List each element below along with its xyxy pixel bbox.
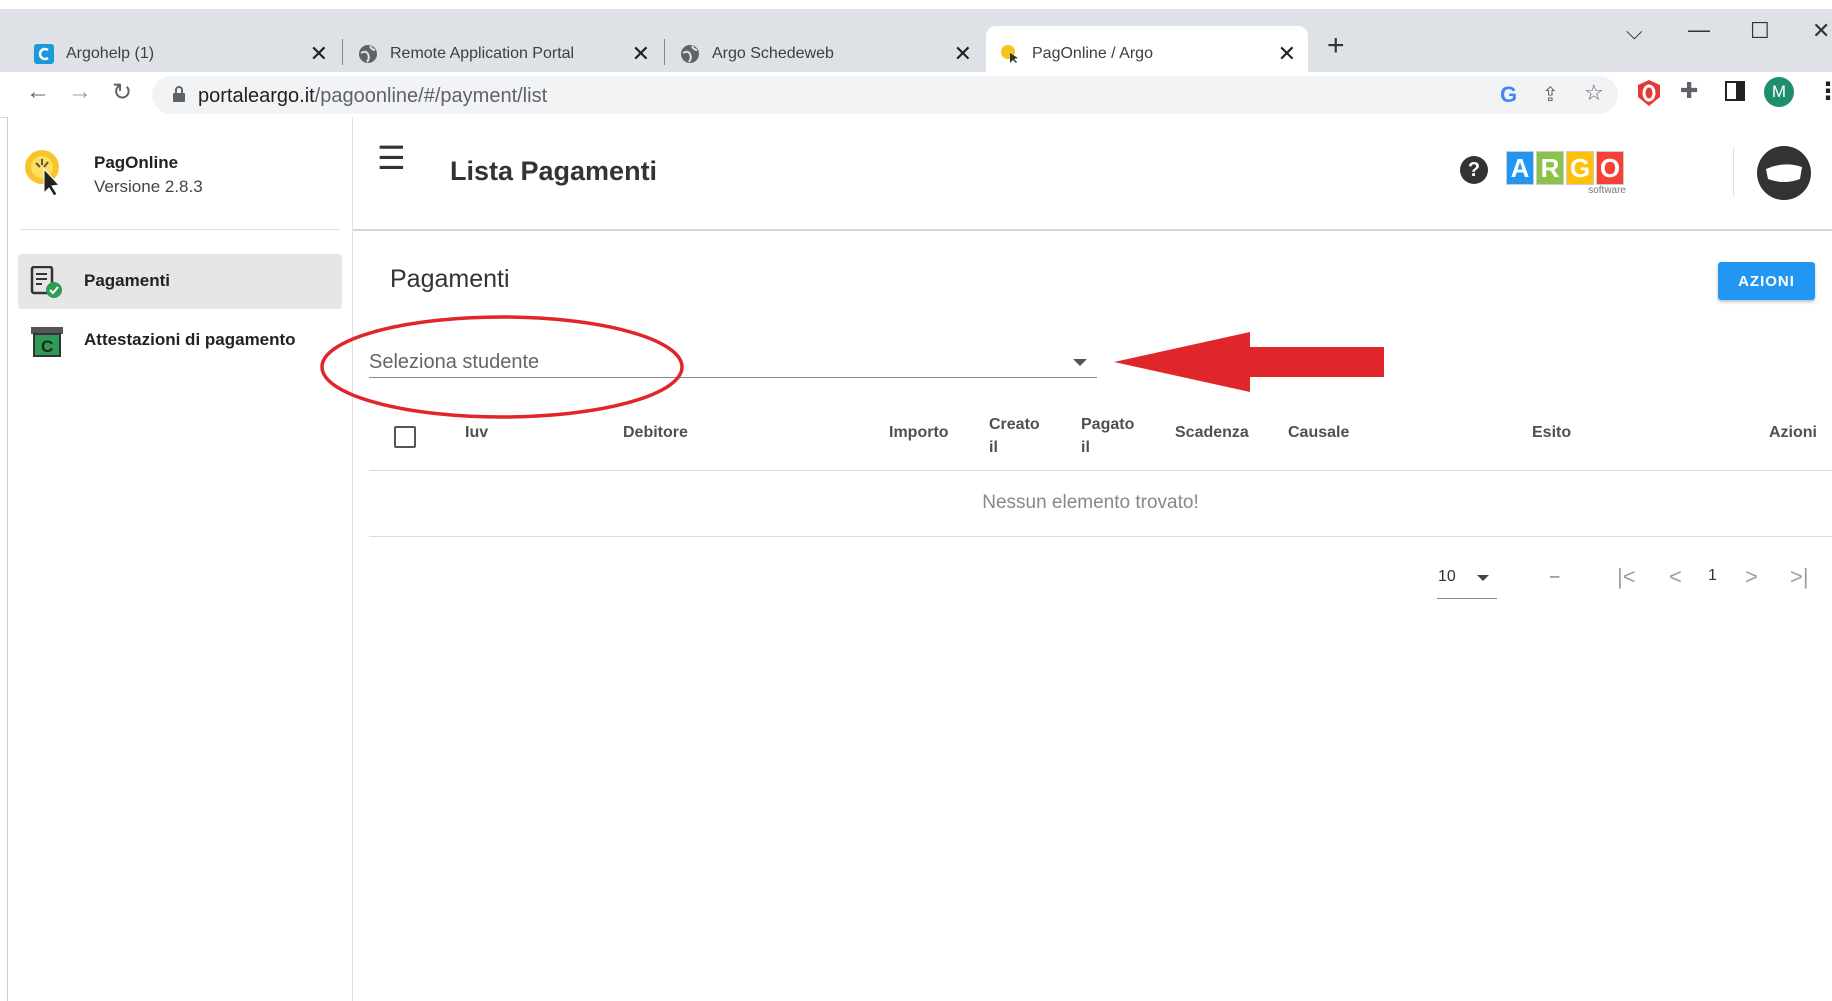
sidebar-item-attestazioni[interactable]: C Attestazioni di pagamento — [18, 317, 342, 372]
table-footer-divider — [369, 536, 1832, 537]
extensions-puzzle-icon[interactable]: ✚ — [1680, 78, 1698, 104]
first-page-icon[interactable]: |< — [1617, 564, 1636, 590]
receipt-check-icon — [30, 265, 64, 305]
page-size-select[interactable]: 10 — [1437, 560, 1497, 599]
tab-separator — [342, 39, 343, 65]
back-arrow-icon[interactable]: ← — [26, 78, 50, 106]
globe-icon — [358, 44, 378, 64]
logo-letter: G — [1566, 151, 1594, 185]
close-window-button[interactable]: ✕ — [1812, 18, 1830, 44]
sidebar-item-label: Attestazioni di pagamento — [84, 330, 296, 349]
forward-arrow-icon[interactable]: → — [68, 78, 92, 106]
logo-subtitle: software — [1588, 185, 1626, 196]
reload-icon[interactable]: ↻ — [112, 78, 132, 107]
argo-logo: ARGO software — [1506, 151, 1626, 196]
pagination-range: – — [1550, 566, 1560, 585]
certificate-icon: C — [30, 325, 64, 364]
section-title: Pagamenti — [390, 265, 510, 293]
dropdown-arrow-icon — [1477, 575, 1489, 581]
previous-page-icon[interactable]: < — [1669, 564, 1682, 590]
tab-title: Remote Application Portal — [390, 44, 575, 62]
tab-title: Argo Schedeweb — [712, 44, 834, 62]
url-text: portaleargo.it/pagoonline/#/payment/list — [198, 85, 547, 108]
sidebar-divider — [20, 229, 340, 230]
select-all-checkbox[interactable] — [394, 426, 416, 448]
tab-search-chevron-icon[interactable]: ⌵ — [1626, 19, 1643, 45]
page-size-value: 10 — [1438, 568, 1456, 585]
browser-toolbar: ← → ↻ portaleargo.it/pagoonline/#/paymen… — [0, 72, 1832, 118]
adblock-extension-icon[interactable] — [1636, 79, 1662, 112]
svg-text:C: C — [41, 337, 53, 356]
column-header-scadenza[interactable]: Scadenza — [1175, 421, 1249, 444]
tab-title: PagOnline / Argo — [1032, 44, 1153, 62]
app-name: PagOnline — [94, 153, 179, 172]
google-icon[interactable]: G — [1500, 82, 1517, 108]
column-header-iuv[interactable]: Iuv — [465, 421, 488, 444]
header-divider — [1733, 147, 1734, 197]
column-header-azioni[interactable]: Azioni — [1769, 421, 1817, 444]
app-version: Versione 2.8.3 — [94, 177, 203, 196]
url-host: portaleargo.it — [198, 85, 315, 107]
table-header-divider — [369, 470, 1832, 471]
column-header-debitore[interactable]: Debitore — [623, 421, 688, 444]
menu-hamburger-icon[interactable]: ☰ — [377, 139, 406, 177]
close-tab-icon[interactable]: ✕ — [954, 41, 972, 67]
column-header-importo[interactable]: Importo — [889, 421, 949, 444]
argohelp-favicon-icon — [34, 43, 54, 64]
close-tab-icon[interactable]: ✕ — [632, 41, 650, 67]
close-tab-icon[interactable]: ✕ — [1278, 41, 1296, 67]
help-icon[interactable]: ? — [1460, 156, 1488, 184]
bookmark-star-icon[interactable]: ☆ — [1584, 80, 1604, 106]
logo-letter: R — [1536, 151, 1564, 185]
profile-avatar[interactable]: M — [1764, 77, 1794, 107]
close-tab-icon[interactable]: ✕ — [310, 41, 328, 67]
sidebar-item-pagamenti[interactable]: Pagamenti — [18, 254, 342, 309]
tab-separator — [664, 39, 665, 65]
lock-icon — [172, 85, 186, 108]
next-page-icon[interactable]: > — [1745, 564, 1758, 590]
user-avatar[interactable] — [1756, 145, 1812, 206]
annotation-ellipse — [320, 315, 684, 419]
pagonline-logo-icon — [22, 149, 66, 202]
pagonline-favicon-icon — [1000, 44, 1020, 64]
current-page: 1 — [1708, 567, 1717, 584]
annotation-arrow-icon — [1114, 332, 1384, 392]
browser-tab-strip: Argohelp (1) ✕ Remote Application Portal… — [0, 0, 1832, 81]
address-bar[interactable]: portaleargo.it/pagoonline/#/payment/list… — [152, 76, 1618, 114]
column-header-pagato-il[interactable]: Pagato il — [1081, 413, 1141, 459]
dropdown-arrow-icon — [1073, 359, 1087, 366]
column-header-creato-il[interactable]: Creato il — [989, 413, 1049, 459]
app-header: ☰ Lista Pagamenti ? ARGO software — [353, 117, 1832, 231]
side-panel-icon[interactable] — [1724, 80, 1746, 107]
sidebar-item-label: Pagamenti — [84, 271, 170, 290]
last-page-icon[interactable]: >| — [1790, 564, 1809, 590]
column-header-causale[interactable]: Causale — [1288, 421, 1349, 444]
tab-title: Argohelp (1) — [66, 44, 155, 62]
share-icon[interactable]: ⇪ — [1542, 82, 1559, 107]
logo-letter: O — [1596, 151, 1624, 185]
azioni-button[interactable]: AZIONI — [1718, 262, 1815, 300]
page-title: Lista Pagamenti — [450, 156, 658, 186]
maximize-button[interactable]: ☐ — [1750, 18, 1770, 44]
sidebar: PagOnline Versione 2.8.3 Pagamenti C Att… — [8, 117, 353, 1001]
minimize-button[interactable]: — — [1688, 17, 1710, 43]
empty-table-message: Nessun elemento trovato! — [982, 492, 1199, 513]
logo-letter: A — [1506, 151, 1534, 185]
url-path: /pagoonline/#/payment/list — [314, 85, 548, 107]
column-header-esito[interactable]: Esito — [1532, 421, 1571, 444]
browser-menu-icon[interactable]: ⋮ — [1816, 77, 1832, 106]
new-tab-button[interactable]: + — [1327, 29, 1345, 63]
globe-icon — [680, 44, 700, 64]
